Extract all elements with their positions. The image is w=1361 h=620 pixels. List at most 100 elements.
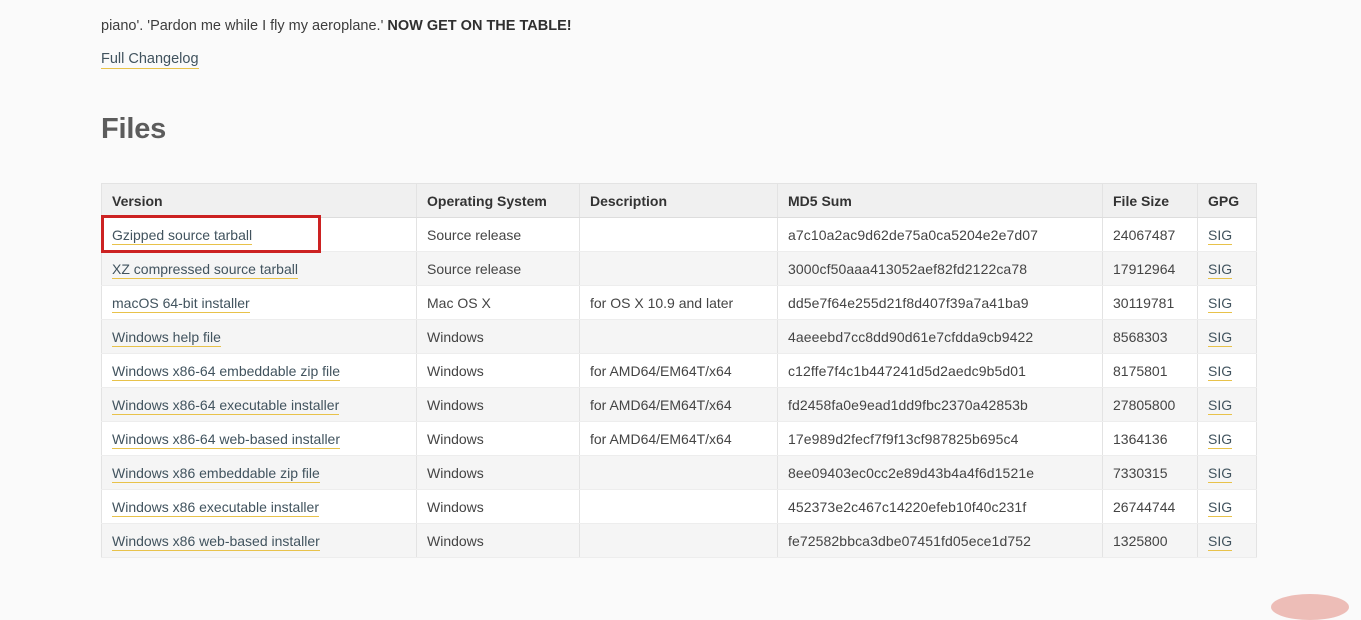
version-download-link[interactable]: Windows help file [112, 328, 221, 347]
cell-description [579, 319, 778, 354]
cell-operating-system: Windows [416, 455, 580, 490]
cell-file-size: 26744744 [1102, 489, 1198, 524]
table-row: Windows x86 executable installer Windows 4… [101, 489, 1257, 524]
cell-description: for AMD64/EM64T/x64 [579, 421, 778, 456]
intro-text: piano'. 'Pardon me while I fly my aeropl… [101, 17, 388, 34]
cell-operating-system: Windows [416, 387, 580, 422]
full-changelog-link[interactable]: Full Changelog [101, 51, 199, 69]
cell-description [579, 489, 778, 524]
cell-version: Gzipped source tarball [101, 217, 417, 252]
cell-gpg: SIG [1197, 455, 1257, 490]
cell-file-size: 24067487 [1102, 217, 1198, 252]
table-row: Gzipped source tarball Source release a7c1… [101, 217, 1257, 252]
column-header-version: Version [101, 183, 417, 218]
intro-emphasis: NOW GET ON THE TABLE! [387, 17, 572, 34]
column-header-gpg: GPG [1197, 183, 1257, 218]
cell-md5-sum: dd5e7f64e255d21f8d407f39a7a41ba9 [777, 285, 1103, 320]
gpg-signature-link[interactable]: SIG [1208, 328, 1233, 347]
cell-operating-system: Windows [416, 353, 580, 388]
cell-version: Windows x86 executable installer [101, 489, 417, 524]
gpg-signature-link[interactable]: SIG [1208, 430, 1233, 449]
cell-file-size: 1325800 [1102, 523, 1198, 558]
cell-md5-sum: 3000cf50aaa413052aef82fd2122ca78 [777, 251, 1103, 286]
cell-description [579, 455, 778, 490]
cell-file-size: 8568303 [1102, 319, 1198, 354]
gpg-signature-link[interactable]: SIG [1208, 464, 1233, 483]
cell-version: Windows help file [101, 319, 417, 354]
cell-operating-system: Windows [416, 319, 580, 354]
cell-file-size: 27805800 [1102, 387, 1198, 422]
version-download-link[interactable]: Windows x86-64 embeddable zip file [112, 362, 341, 381]
cell-gpg: SIG [1197, 285, 1257, 320]
cell-gpg: SIG [1197, 489, 1257, 524]
gpg-signature-link[interactable]: SIG [1208, 260, 1233, 279]
cell-description [579, 217, 778, 252]
cell-gpg: SIG [1197, 387, 1257, 422]
gpg-signature-link[interactable]: SIG [1208, 294, 1233, 313]
table-row: XZ compressed source tarball Source relea… [101, 251, 1257, 286]
cell-description: for OS X 10.9 and later [579, 285, 778, 320]
cell-gpg: SIG [1197, 421, 1257, 456]
cell-version: Windows x86-64 executable installer [101, 387, 417, 422]
gpg-signature-link[interactable]: SIG [1208, 226, 1233, 245]
cell-file-size: 17912964 [1102, 251, 1198, 286]
table-row: Windows x86-64 embeddable zip file Window… [101, 353, 1257, 388]
cell-file-size: 8175801 [1102, 353, 1198, 388]
gpg-signature-link[interactable]: SIG [1208, 532, 1233, 551]
table-row: macOS 64-bit installer Mac OS Xfor OS X 1… [101, 285, 1257, 320]
files-table-head: Version Operating System Description MD5… [101, 183, 1257, 218]
cell-file-size: 30119781 [1102, 285, 1198, 320]
cell-description: for AMD64/EM64T/x64 [579, 387, 778, 422]
cell-version: Windows x86 embeddable zip file [101, 455, 417, 490]
cell-gpg: SIG [1197, 319, 1257, 354]
page-root: piano'. 'Pardon me while I fly my aeropl… [0, 0, 1361, 620]
gpg-signature-link[interactable]: SIG [1208, 396, 1233, 415]
cell-description [579, 251, 778, 286]
files-heading: Files [101, 113, 167, 145]
cell-operating-system: Windows [416, 523, 580, 558]
table-row: Windows x86 embeddable zip file Windows 8e… [101, 455, 1257, 490]
version-download-link[interactable]: macOS 64-bit installer [112, 294, 250, 313]
intro-paragraph: piano'. 'Pardon me while I fly my aeropl… [101, 15, 1201, 37]
files-table: Version Operating System Description MD5… [101, 183, 1257, 558]
cell-description: for AMD64/EM64T/x64 [579, 353, 778, 388]
cell-gpg: SIG [1197, 523, 1257, 558]
cell-md5-sum: 4aeeebd7cc8dd90d61e7cfdda9cb9422 [777, 319, 1103, 354]
table-row: Windows x86 web-based installer Windows fe… [101, 523, 1257, 558]
table-row: Windows x86-64 web-based installer Window… [101, 421, 1257, 456]
cell-version: Windows x86 web-based installer [101, 523, 417, 558]
gpg-signature-link[interactable]: SIG [1208, 498, 1233, 517]
cell-md5-sum: 452373e2c467c14220efeb10f40c231f [777, 489, 1103, 524]
cell-operating-system: Windows [416, 421, 580, 456]
cell-version: XZ compressed source tarball [101, 251, 417, 286]
gpg-signature-link[interactable]: SIG [1208, 362, 1233, 381]
cell-file-size: 1364136 [1102, 421, 1198, 456]
cell-file-size: 7330315 [1102, 455, 1198, 490]
column-header-file-size: File Size [1102, 183, 1198, 218]
cell-operating-system: Source release [416, 217, 580, 252]
column-header-operating-system: Operating System [416, 183, 580, 218]
cell-gpg: SIG [1197, 251, 1257, 286]
changelog-link-wrapper: Full Changelog [101, 49, 199, 69]
cell-operating-system: Mac OS X [416, 285, 580, 320]
cell-gpg: SIG [1197, 217, 1257, 252]
column-header-description: Description [579, 183, 778, 218]
cell-version: macOS 64-bit installer [101, 285, 417, 320]
cell-version: Windows x86-64 embeddable zip file [101, 353, 417, 388]
table-row: Windows help file Windows 4aeeebd7cc8dd90d… [101, 319, 1257, 354]
version-download-link[interactable]: Windows x86 embeddable zip file [112, 464, 320, 483]
decorative-corner-shape [1271, 594, 1349, 620]
files-table-wrapper: Version Operating System Description MD5… [101, 183, 1257, 558]
version-download-link[interactable]: Windows x86 web-based installer [112, 532, 320, 551]
version-download-link[interactable]: Gzipped source tarball [112, 226, 253, 245]
version-download-link[interactable]: Windows x86-64 web-based installer [112, 430, 340, 449]
cell-md5-sum: 8ee09403ec0cc2e89d43b4a4f6d1521e [777, 455, 1103, 490]
version-download-link[interactable]: Windows x86 executable installer [112, 498, 319, 517]
cell-operating-system: Source release [416, 251, 580, 286]
version-download-link[interactable]: XZ compressed source tarball [112, 260, 298, 279]
table-header-row: Version Operating System Description MD5… [101, 183, 1257, 218]
version-download-link[interactable]: Windows x86-64 executable installer [112, 396, 340, 415]
cell-md5-sum: fe72582bbca3dbe07451fd05ece1d752 [777, 523, 1103, 558]
files-table-body: Gzipped source tarball Source release a7c1… [101, 217, 1257, 558]
cell-description [579, 523, 778, 558]
